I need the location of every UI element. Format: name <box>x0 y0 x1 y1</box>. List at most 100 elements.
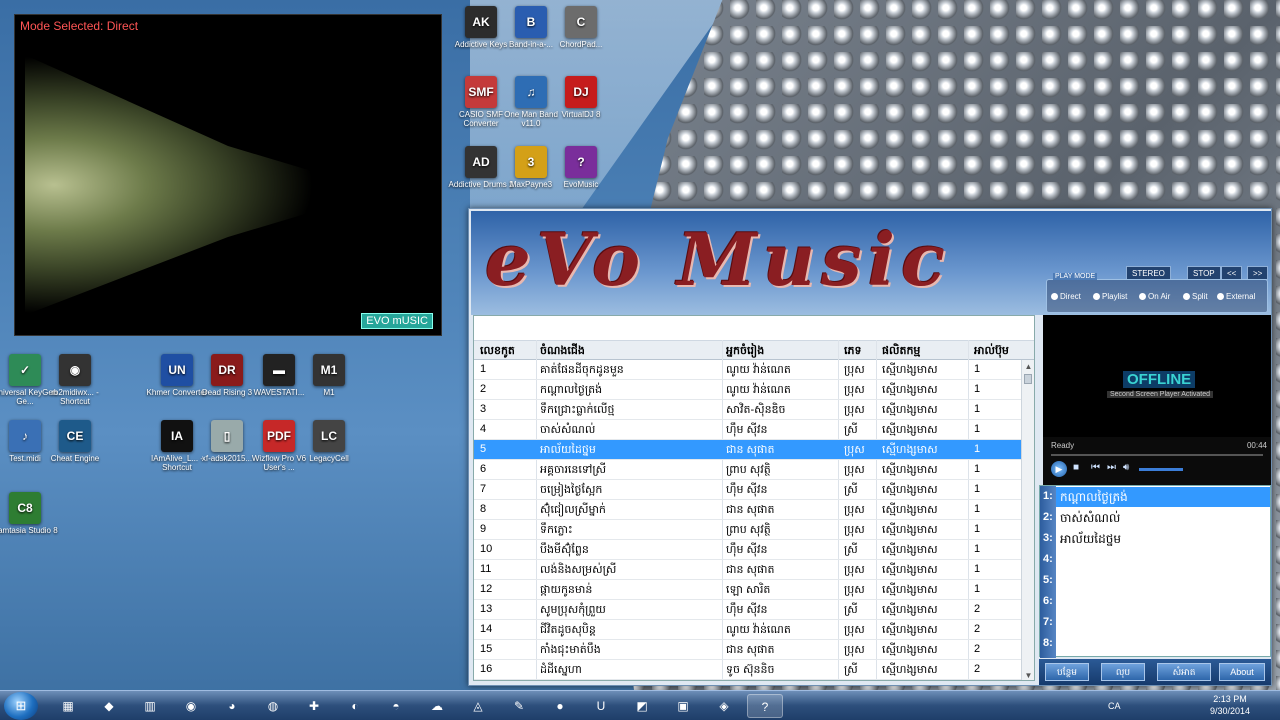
col-album[interactable]: អាល់ប៊ុម <box>974 344 1009 360</box>
table-row[interactable]: 7 ចម្រៀងថ្ងៃស្អែក ហ៊ឹម ស៊ីវន ស្រី ស្មើហង្សមា… <box>474 480 1022 500</box>
cell-title: ចាស់សំណល់ <box>540 424 596 436</box>
playlist-item[interactable]: អាល័យដៃថ្នម <box>1056 529 1270 549</box>
col-production[interactable]: ផលិតកម្ម <box>882 344 920 360</box>
desktop-icon[interactable]: DJ VirtualDJ 8 <box>548 76 614 119</box>
taskbar-app-icon[interactable]: ◈ <box>706 694 742 718</box>
app-icon: SMF <box>465 76 497 108</box>
taskbar-app-icon[interactable]: ◉ <box>173 694 209 718</box>
table-body: 1 គាត់ផែនដីចុកដូនមួន ណូយ វ៉ាន់ណេត ប្រុស ស្មើ… <box>474 360 1022 680</box>
cell-title: ទឹកជ្រោះធ្លាក់លើថ្ម <box>540 404 615 416</box>
table-row[interactable]: 16 ដំដីស្នេហា ទូច ស៊ុននិច ស្រី ស្មើហង្សមាស 2 <box>474 660 1022 680</box>
clock[interactable]: 2:13 PM 9/30/2014 <box>1210 693 1250 717</box>
cell-title: ផ្កាយកូនមាន់ <box>540 584 593 596</box>
app-icon: ▯ <box>211 420 243 452</box>
visualizer-window[interactable]: Mode Selected: Direct EVO mUSIC <box>14 14 442 336</box>
col-singer[interactable]: អ្នកចំរៀង <box>726 344 764 360</box>
about-button[interactable]: About <box>1219 663 1265 681</box>
language-indicator[interactable]: CA <box>1108 701 1121 711</box>
table-row[interactable]: 13 សូមប្រុសកុំព្រួយ ហ៊ឹម ស៊ីវន ស្រី ស្មើហង្ស… <box>474 600 1022 620</box>
table-row[interactable]: 4 ចាស់សំណល់ ហ៊ឹម ស៊ីវន ស្រី ស្មើហង្សមាស 1 <box>474 420 1022 440</box>
seek-bar[interactable] <box>1051 454 1263 456</box>
playlist-item[interactable]: កណ្ដាលថ្ងៃត្រង់ <box>1056 487 1270 507</box>
taskbar-app-icon[interactable]: ◓ <box>378 694 414 718</box>
app-icon: C <box>565 6 597 38</box>
taskbar-app-icon[interactable]: ▦ <box>50 694 86 718</box>
stereo-button[interactable]: STEREO <box>1126 266 1171 280</box>
cell-code: 9 <box>480 523 487 535</box>
offline-badge: OFFLINE <box>1123 371 1196 388</box>
desktop-icon[interactable]: M1 M1 <box>296 354 362 397</box>
taskbar-app-icon[interactable]: ▥ <box>132 694 168 718</box>
desktop-icon[interactable]: CE Cheat Engine <box>42 420 108 463</box>
play-mode-external[interactable]: External <box>1217 292 1255 301</box>
cell-title: ជីវិតដូចសុបិន្ត <box>540 624 596 636</box>
taskbar-app-icon[interactable]: ◬ <box>460 694 496 718</box>
play-mode-split[interactable]: Split <box>1183 292 1208 301</box>
taskbar-app-icon[interactable]: U <box>583 694 619 718</box>
taskbar-app-icon[interactable]: ✎ <box>501 694 537 718</box>
cell-code: 15 <box>480 643 493 655</box>
col-title[interactable]: ចំណងជើង <box>540 344 585 360</box>
table-row[interactable]: 11 លង់និងសម្រស់ស្រី ជាន សុផាត ប្រុស ស្មើហង្ស… <box>474 560 1022 580</box>
next-icon[interactable]: ⏭ <box>1107 462 1116 473</box>
desktop-icon[interactable]: C8 Camtasia Studio 8 <box>0 492 58 535</box>
table-row[interactable]: 6 អគ្គចារនេទៅស្រី ព្រាប សុវត្ថិ ប្រុស ស្មើហង… <box>474 460 1022 480</box>
start-button[interactable]: ⊞ <box>4 692 38 720</box>
taskbar-app-icon[interactable]: ▣ <box>665 694 701 718</box>
desktop-icon[interactable]: LC LegacyCell <box>296 420 362 463</box>
cell-code: 14 <box>480 623 493 635</box>
stop-button[interactable]: STOP <box>1187 266 1221 280</box>
cell-production: ស្មើហង្សមាស <box>882 504 938 516</box>
table-row[interactable]: 14 ជីវិតដូចសុបិន្ត ណូយ វ៉ាន់ណេត ប្រុស ស្មើហង… <box>474 620 1022 640</box>
table-row[interactable]: 8 ស៊ុំជៀលស្រីម្នាក់ ជាន សុផាត ប្រុស ស្មើហង្ស… <box>474 500 1022 520</box>
previous-icon[interactable]: ⏮ <box>1091 462 1100 473</box>
prev-button[interactable]: << <box>1221 266 1243 280</box>
play-icon[interactable]: ▶ <box>1051 461 1067 477</box>
next-button[interactable]: >> <box>1247 266 1269 280</box>
table-row[interactable]: 15 កាំងជុះមាត់បឹង ជាន សុផាត ប្រុស ស្មើហង្សមា… <box>474 640 1022 660</box>
desktop-icon-label: ChordPad... <box>559 40 603 49</box>
table-row[interactable]: 3 ទឹកជ្រោះធ្លាក់លើថ្ម សាវិត-ស៊ិនឌិច ប្រុស ស្… <box>474 400 1022 420</box>
table-row[interactable]: 12 ផ្កាយកូនមាន់ ឡោ សារិត ប្រុស ស្មើហង្សមាស 1 <box>474 580 1022 600</box>
taskbar-app-icon[interactable]: ● <box>542 694 578 718</box>
delete-button[interactable]: លុប <box>1101 663 1145 681</box>
taskbar-app-icon[interactable]: ◆ <box>91 694 127 718</box>
play-mode-onair[interactable]: On Air <box>1139 292 1170 301</box>
table-row[interactable]: 5 អាល័យដៃថ្នម ជាន សុផាត ប្រុស ស្មើហង្សមាស 1 <box>474 440 1022 460</box>
table-scrollbar[interactable]: ▲ ▼ <box>1021 360 1034 680</box>
taskbar-app-icon[interactable]: ◍ <box>255 694 291 718</box>
clear-button[interactable]: សំអាត <box>1157 663 1211 681</box>
scroll-down-icon[interactable]: ▼ <box>1022 669 1034 680</box>
taskbar: ⊞ ▦ ◆ ▥ ◉ ◕ ◍ ✚ ◐ ◓ ☁ ◬ ✎ ● U ◩ ▣ ◈? CA 2:13 PM 9/30/201… <box>0 690 1280 720</box>
desktop-icon[interactable]: ◉ rb2midiwx... - Shortcut <box>42 354 108 406</box>
play-mode-direct[interactable]: Direct <box>1051 292 1081 301</box>
stop-icon[interactable]: ■ <box>1073 462 1079 473</box>
desktop-icon-label: Cheat Engine <box>50 454 100 463</box>
table-row[interactable]: 2 កណ្ដាលថ្ងៃត្រង់ ណូយ វ៉ាន់ណេត ប្រុស ស្មើហង្… <box>474 380 1022 400</box>
cell-singer: ណូយ វ៉ាន់ណេត <box>726 364 791 376</box>
scroll-up-icon[interactable]: ▲ <box>1022 360 1034 373</box>
cell-album: 1 <box>974 463 981 475</box>
taskbar-app-icon[interactable]: ◐ <box>337 694 373 718</box>
table-row[interactable]: 9 ទឹកភ្លោះ ព្រាប សុវត្ថិ ប្រុស ស្មើហង្សមាស 1 <box>474 520 1022 540</box>
cell-gender: ប្រុស <box>844 464 865 476</box>
play-mode-playlist[interactable]: Playlist <box>1093 292 1127 301</box>
playlist-item[interactable]: ចាស់សំណល់ <box>1056 508 1270 528</box>
taskbar-app-icon[interactable]: ◕ <box>214 694 250 718</box>
cell-gender: ប្រុស <box>844 404 865 416</box>
taskbar-app-icon[interactable]: ? <box>747 694 783 718</box>
volume-slider[interactable] <box>1139 468 1183 471</box>
volume-icon[interactable]: 🔊︎ <box>1123 462 1129 473</box>
add-button[interactable]: បន្ថែម <box>1045 663 1089 681</box>
taskbar-app-icon[interactable]: ◩ <box>624 694 660 718</box>
cell-code: 16 <box>480 663 493 675</box>
table-row[interactable]: 1 គាត់ផែនដីចុកដូនមួន ណូយ វ៉ាន់ណេត ប្រុស ស្មើ… <box>474 360 1022 380</box>
table-row[interactable]: 10 បឹងមីស៊ុំព្លែន ហ៊ឹម ស៊ីវន ស្រី ស្មើហង្សមា… <box>474 540 1022 560</box>
scroll-thumb[interactable] <box>1024 374 1032 384</box>
desktop-icon[interactable]: C ChordPad... <box>548 6 614 49</box>
taskbar-app-icon[interactable]: ☁ <box>419 694 455 718</box>
desktop-icon[interactable]: ? EvoMusic <box>548 146 614 189</box>
taskbar-app-icon[interactable]: ✚ <box>296 694 332 718</box>
col-gender[interactable]: ភេទ <box>844 344 861 360</box>
col-code[interactable]: លេខកូត <box>480 344 515 360</box>
